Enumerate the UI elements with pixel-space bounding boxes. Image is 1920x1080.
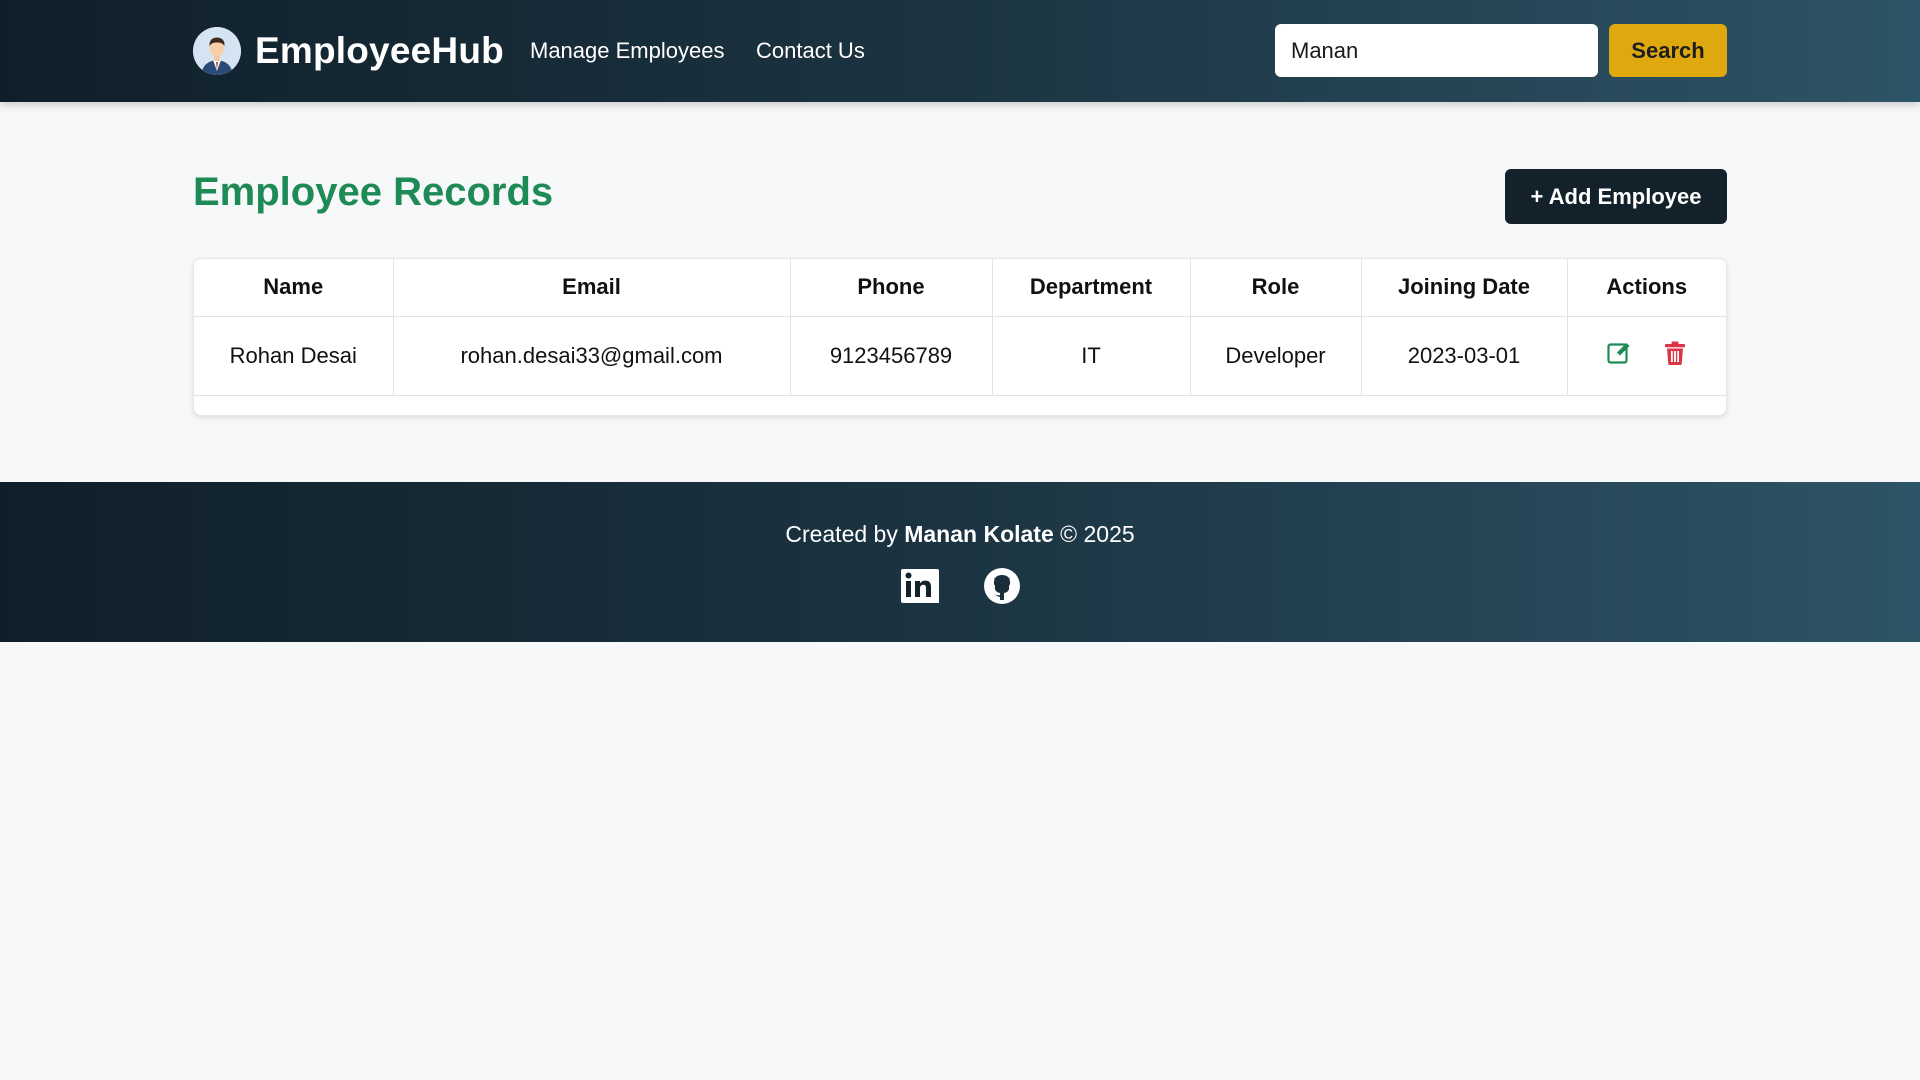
cell-phone: 9123456789: [789, 315, 993, 396]
navbar: EmployeeHub Manage Employees Contact Us …: [0, 0, 1920, 102]
employee-table: Name Email Phone Department Role Joining…: [194, 259, 1726, 396]
brand-link[interactable]: EmployeeHub: [193, 27, 504, 75]
column-header-actions: Actions: [1566, 259, 1726, 317]
column-header-department: Department: [991, 259, 1191, 317]
search-button[interactable]: Search: [1609, 24, 1727, 77]
cell-actions: [1566, 315, 1726, 396]
linkedin-icon: [901, 569, 939, 603]
cell-name: Rohan Desai: [194, 315, 394, 396]
avatar-logo-icon: [193, 27, 241, 75]
table-header-row: Name Email Phone Department Role Joining…: [194, 259, 1726, 317]
page-title: Employee Records: [193, 170, 554, 214]
linkedin-link[interactable]: [900, 566, 940, 606]
github-icon: [984, 568, 1020, 604]
column-header-email: Email: [392, 259, 791, 317]
trash-icon[interactable]: [1662, 340, 1688, 366]
footer-prefix: Created by: [785, 521, 898, 547]
cell-joining-date: 2023-03-01: [1360, 315, 1568, 396]
cell-role: Developer: [1189, 315, 1362, 396]
column-header-phone: Phone: [789, 259, 993, 317]
nav-manage-employees[interactable]: Manage Employees: [530, 36, 724, 66]
nav-contact-us[interactable]: Contact Us: [756, 36, 865, 66]
cell-email: rohan.desai33@gmail.com: [392, 315, 791, 396]
footer-author: Manan Kolate: [904, 521, 1054, 547]
table-row: Rohan Desai rohan.desai33@gmail.com 9123…: [194, 315, 1726, 396]
add-employee-button[interactable]: + Add Employee: [1505, 169, 1727, 224]
employee-table-card: Name Email Phone Department Role Joining…: [193, 258, 1727, 416]
brand-name: EmployeeHub: [255, 30, 504, 71]
footer-copyright: © 2025: [1060, 521, 1135, 547]
footer: Created by Manan Kolate © 2025: [0, 482, 1920, 642]
cell-department: IT: [991, 315, 1191, 396]
github-link[interactable]: [982, 566, 1022, 606]
search-input[interactable]: [1275, 24, 1598, 77]
column-header-name: Name: [194, 259, 394, 317]
footer-credit: Created by Manan Kolate © 2025: [0, 518, 1920, 550]
column-header-role: Role: [1189, 259, 1362, 317]
edit-icon[interactable]: [1606, 340, 1632, 366]
column-header-joining-date: Joining Date: [1360, 259, 1568, 317]
